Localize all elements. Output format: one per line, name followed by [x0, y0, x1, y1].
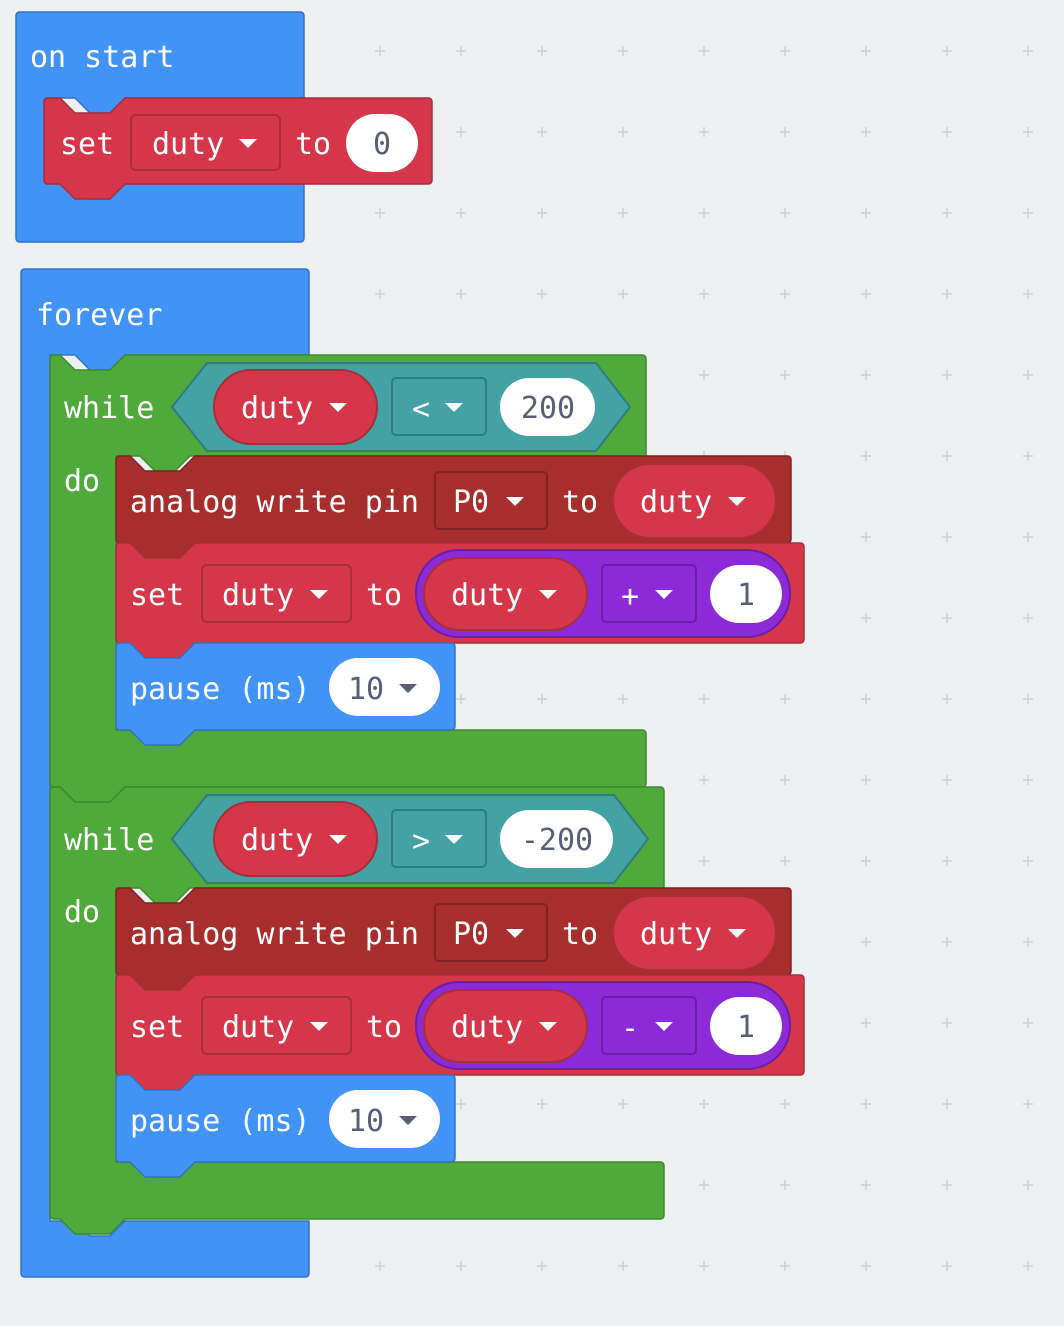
number-input[interactable]: 1 — [710, 565, 782, 623]
math-operation[interactable]: duty + 1 — [415, 549, 791, 638]
variable-dropdown[interactable]: duty — [130, 114, 281, 171]
svg-text:1: 1 — [737, 578, 755, 613]
duty-variable-reporter[interactable]: duty — [423, 557, 588, 631]
to-label: to — [295, 127, 331, 162]
variable-name: duty — [152, 127, 224, 162]
duty-variable-reporter[interactable]: duty — [423, 989, 588, 1063]
svg-text:duty: duty — [222, 578, 294, 613]
svg-text:200: 200 — [521, 391, 575, 426]
svg-text:<: < — [412, 392, 430, 427]
while-block-2[interactable]: while do duty > -200 analog write pin P0… — [49, 786, 805, 1235]
svg-text:1: 1 — [737, 1010, 755, 1045]
operator-dropdown[interactable]: - — [601, 996, 697, 1055]
svg-text:10: 10 — [348, 1104, 384, 1139]
set-label: set — [130, 1010, 184, 1045]
svg-text:duty: duty — [640, 485, 712, 520]
to-label: to — [366, 578, 402, 613]
svg-text:>: > — [412, 824, 430, 859]
set-label: set — [130, 578, 184, 613]
pause-block[interactable]: pause (ms) 10 — [115, 1074, 456, 1178]
svg-text:+: + — [621, 579, 639, 614]
set-label: set — [60, 127, 114, 162]
on-start-label: on start — [30, 40, 175, 75]
number-input[interactable]: -200 — [500, 810, 613, 868]
do-label: do — [64, 895, 100, 930]
pause-label: pause (ms) — [130, 1104, 311, 1139]
math-operation[interactable]: duty - 1 — [415, 981, 791, 1070]
pin-dropdown[interactable]: P0 — [434, 471, 548, 530]
pin-dropdown[interactable]: P0 — [434, 903, 548, 962]
to-label: to — [562, 917, 598, 952]
operator-dropdown[interactable]: + — [601, 564, 697, 623]
variable-dropdown[interactable]: duty — [201, 996, 352, 1055]
pause-label: pause (ms) — [130, 672, 311, 707]
svg-text:P0: P0 — [453, 917, 489, 952]
operator-dropdown[interactable]: < — [391, 377, 487, 436]
svg-text:duty: duty — [640, 917, 712, 952]
while-label: while — [64, 391, 154, 426]
svg-text:duty: duty — [222, 1010, 294, 1045]
number-input[interactable]: 1 — [710, 997, 782, 1055]
to-label: to — [562, 485, 598, 520]
duty-variable-reporter[interactable]: duty — [612, 895, 777, 971]
do-label: do — [64, 464, 100, 499]
value-input[interactable]: 0 — [346, 114, 418, 172]
set-duty-block[interactable]: set duty to duty + 1 — [115, 542, 805, 659]
set-duty-block[interactable]: set duty to duty - 1 — [115, 974, 805, 1091]
svg-text:-: - — [621, 1011, 639, 1046]
pause-value-dropdown[interactable]: 10 — [329, 1090, 440, 1148]
while-label: while — [64, 823, 154, 858]
compare-condition[interactable]: duty > -200 — [170, 794, 650, 884]
variable-dropdown[interactable]: duty — [201, 564, 352, 623]
duty-variable-reporter[interactable]: duty — [612, 463, 777, 539]
to-label: to — [366, 1010, 402, 1045]
svg-text:duty: duty — [451, 578, 523, 613]
pause-value-dropdown[interactable]: 10 — [329, 658, 440, 716]
number-input[interactable]: 200 — [500, 378, 595, 436]
svg-text:duty: duty — [241, 823, 313, 858]
forever-label: forever — [36, 298, 162, 333]
analog-write-label: analog write pin — [130, 917, 419, 952]
pause-block[interactable]: pause (ms) 10 — [115, 642, 456, 746]
svg-text:10: 10 — [348, 672, 384, 707]
svg-text:0: 0 — [373, 127, 391, 162]
blocks-workspace[interactable]: on start set duty to 0 forever while do — [0, 0, 1064, 1326]
svg-text:-200: -200 — [521, 823, 593, 858]
svg-text:duty: duty — [241, 391, 313, 426]
duty-variable-reporter[interactable]: duty — [213, 801, 378, 877]
set-duty-block[interactable]: set duty to 0 — [43, 97, 433, 200]
analog-write-label: analog write pin — [130, 485, 419, 520]
svg-text:duty: duty — [451, 1010, 523, 1045]
operator-dropdown[interactable]: > — [391, 809, 487, 868]
svg-text:P0: P0 — [453, 485, 489, 520]
duty-variable-reporter[interactable]: duty — [213, 369, 378, 445]
on-start-block[interactable]: on start set duty to 0 — [15, 11, 433, 243]
while-block-1[interactable]: while do duty < 200 analog write pin P0 … — [49, 354, 805, 803]
forever-block[interactable]: forever while do duty < 200 analog write… — [20, 268, 805, 1278]
compare-condition[interactable]: duty < 200 — [170, 362, 632, 452]
